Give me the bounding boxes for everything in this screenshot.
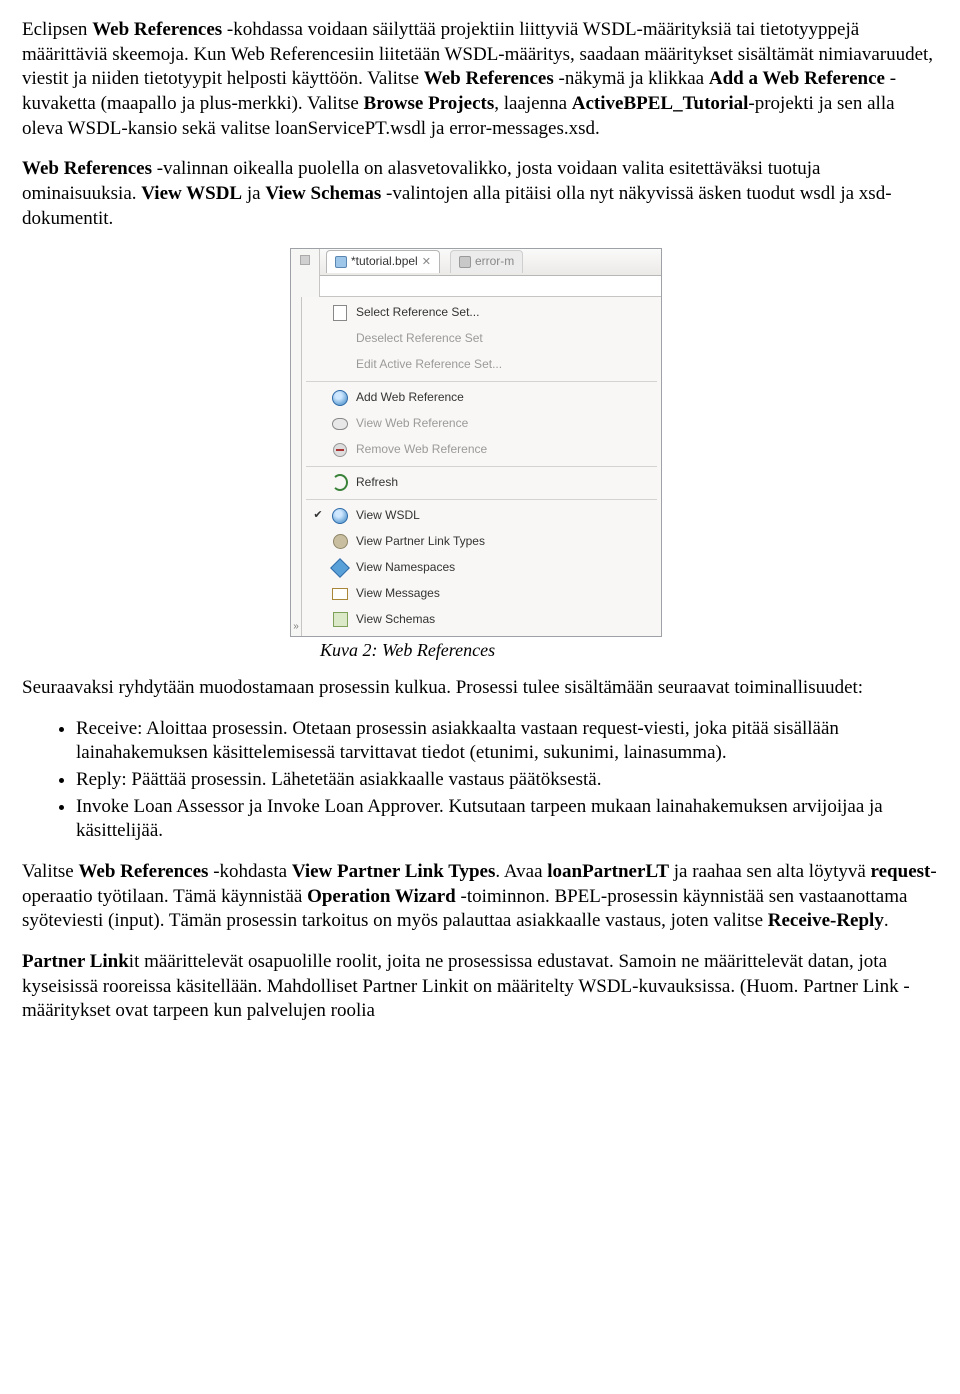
- schema-icon: [333, 612, 348, 627]
- menu-label: Add Web Reference: [356, 390, 464, 406]
- globe-minus-icon: [333, 443, 347, 457]
- menu-view-messages[interactable]: View Messages: [302, 581, 661, 607]
- menu-add-web-reference[interactable]: Add Web Reference: [302, 385, 661, 411]
- term-web-references: Web References: [92, 19, 222, 40]
- text: it määrittelevät osapuolille roolit, joi…: [22, 951, 910, 1021]
- menu-label: Deselect Reference Set: [356, 331, 483, 347]
- file-icon: [459, 256, 471, 268]
- text: -kohdasta: [208, 861, 291, 882]
- paragraph-4: Valitse Web References -kohdasta View Pa…: [22, 860, 938, 934]
- message-icon: [332, 588, 348, 600]
- globe-plus-icon: [332, 390, 348, 406]
- menu-separator: [306, 499, 657, 500]
- term-web-references: Web References: [78, 861, 208, 882]
- figure-caption: Kuva 2: Web References: [290, 639, 495, 662]
- gutter-icon: [300, 255, 310, 265]
- toolbar-area: [320, 276, 661, 297]
- text: .: [884, 910, 889, 931]
- list-item: Invoke Loan Assessor ja Invoke Loan Appr…: [76, 795, 938, 844]
- menu-label: View Namespaces: [356, 560, 455, 576]
- menu-label: Refresh: [356, 475, 398, 491]
- menu-separator: [306, 466, 657, 467]
- term-browse-projects: Browse Projects: [364, 93, 495, 114]
- figure-2: *tutorial.bpel ✕ error-m » Select Refere…: [290, 248, 670, 662]
- dropdown-menu: Select Reference Set... Deselect Referen…: [302, 297, 661, 636]
- expand-icon[interactable]: »: [293, 620, 299, 633]
- globe-icon: [332, 508, 348, 524]
- menu-view-partner-link-types[interactable]: View Partner Link Types: [302, 529, 661, 555]
- menu-label: View Schemas: [356, 612, 435, 628]
- close-icon[interactable]: ✕: [422, 255, 431, 269]
- menu-deselect-reference-set: Deselect Reference Set: [302, 326, 661, 352]
- list-item: Reply: Päättää prosessin. Lähetetään asi…: [76, 768, 938, 793]
- tab-label: *tutorial.bpel: [351, 254, 418, 270]
- refresh-icon: [332, 474, 348, 491]
- menu-label: View Partner Link Types: [356, 534, 485, 550]
- menu-view-namespaces[interactable]: View Namespaces: [302, 555, 661, 581]
- menu-label: Select Reference Set...: [356, 305, 479, 321]
- menu-label: View WSDL: [356, 508, 420, 524]
- menu-edit-active-reference-set: Edit Active Reference Set...: [302, 352, 661, 378]
- term-request: request: [871, 861, 931, 882]
- menu-remove-web-reference: Remove Web Reference: [302, 437, 661, 463]
- bpel-file-icon: [335, 256, 347, 268]
- text: , laajenna: [494, 93, 572, 114]
- menu-label: View Messages: [356, 586, 440, 602]
- text: ja: [242, 183, 265, 204]
- screenshot-web-references: *tutorial.bpel ✕ error-m » Select Refere…: [290, 248, 662, 637]
- menu-refresh[interactable]: Refresh: [302, 470, 661, 496]
- menu-view-wsdl[interactable]: ✔ View WSDL: [302, 503, 661, 529]
- left-rail: »: [291, 297, 302, 636]
- term-loanpartnerlt: loanPartnerLT: [547, 861, 669, 882]
- term-operation-wizard: Operation Wizard: [307, 886, 456, 907]
- term-view-plt: View Partner Link Types: [292, 861, 496, 882]
- term-add-web-ref: Add a Web Reference: [709, 68, 885, 89]
- text: -näkymä ja klikkaa: [554, 68, 709, 89]
- text: ja raahaa sen alta löytyvä: [669, 861, 871, 882]
- tab-tutorial-bpel[interactable]: *tutorial.bpel ✕: [326, 250, 440, 273]
- tab-error-m[interactable]: error-m: [450, 250, 523, 273]
- menu-view-schemas[interactable]: View Schemas: [302, 607, 661, 633]
- tab-label: error-m: [475, 254, 514, 270]
- namespace-icon: [330, 558, 350, 578]
- eye-icon: [332, 418, 348, 430]
- paragraph-5: Partner Linkit määrittelevät osapuolille…: [22, 950, 938, 1024]
- paragraph-1: Eclipsen Web References -kohdassa voidaa…: [22, 18, 938, 141]
- check-icon: ✔: [312, 508, 324, 522]
- text: . Avaa: [495, 861, 547, 882]
- term-web-references: Web References: [22, 158, 152, 179]
- menu-label: Remove Web Reference: [356, 442, 487, 458]
- menu-label: View Web Reference: [356, 416, 468, 432]
- feature-list: Receive: Aloittaa prosessin. Otetaan pro…: [22, 717, 938, 844]
- menu-view-web-reference: View Web Reference: [302, 411, 661, 437]
- text: Valitse: [22, 861, 78, 882]
- page-icon: [333, 305, 347, 321]
- term-web-references: Web References: [424, 68, 554, 89]
- term-activebpel-tutorial: ActiveBPEL_Tutorial: [572, 93, 749, 114]
- menu-label: Edit Active Reference Set...: [356, 357, 502, 373]
- left-gutter: [291, 249, 320, 297]
- term-receive-reply: Receive-Reply: [768, 910, 884, 931]
- term-partner-link: Partner Link: [22, 951, 129, 972]
- partner-icon: [333, 534, 348, 549]
- list-item: Receive: Aloittaa prosessin. Otetaan pro…: [76, 717, 938, 766]
- paragraph-3: Seuraavaksi ryhdytään muodostamaan prose…: [22, 676, 938, 701]
- menu-separator: [306, 381, 657, 382]
- text: Eclipsen: [22, 19, 92, 40]
- editor-tabbar: *tutorial.bpel ✕ error-m: [320, 249, 661, 276]
- term-view-schemas: View Schemas: [265, 183, 381, 204]
- paragraph-2: Web References -valinnan oikealla puolel…: [22, 157, 938, 231]
- menu-select-reference-set[interactable]: Select Reference Set...: [302, 300, 661, 326]
- term-view-wsdl: View WSDL: [141, 183, 242, 204]
